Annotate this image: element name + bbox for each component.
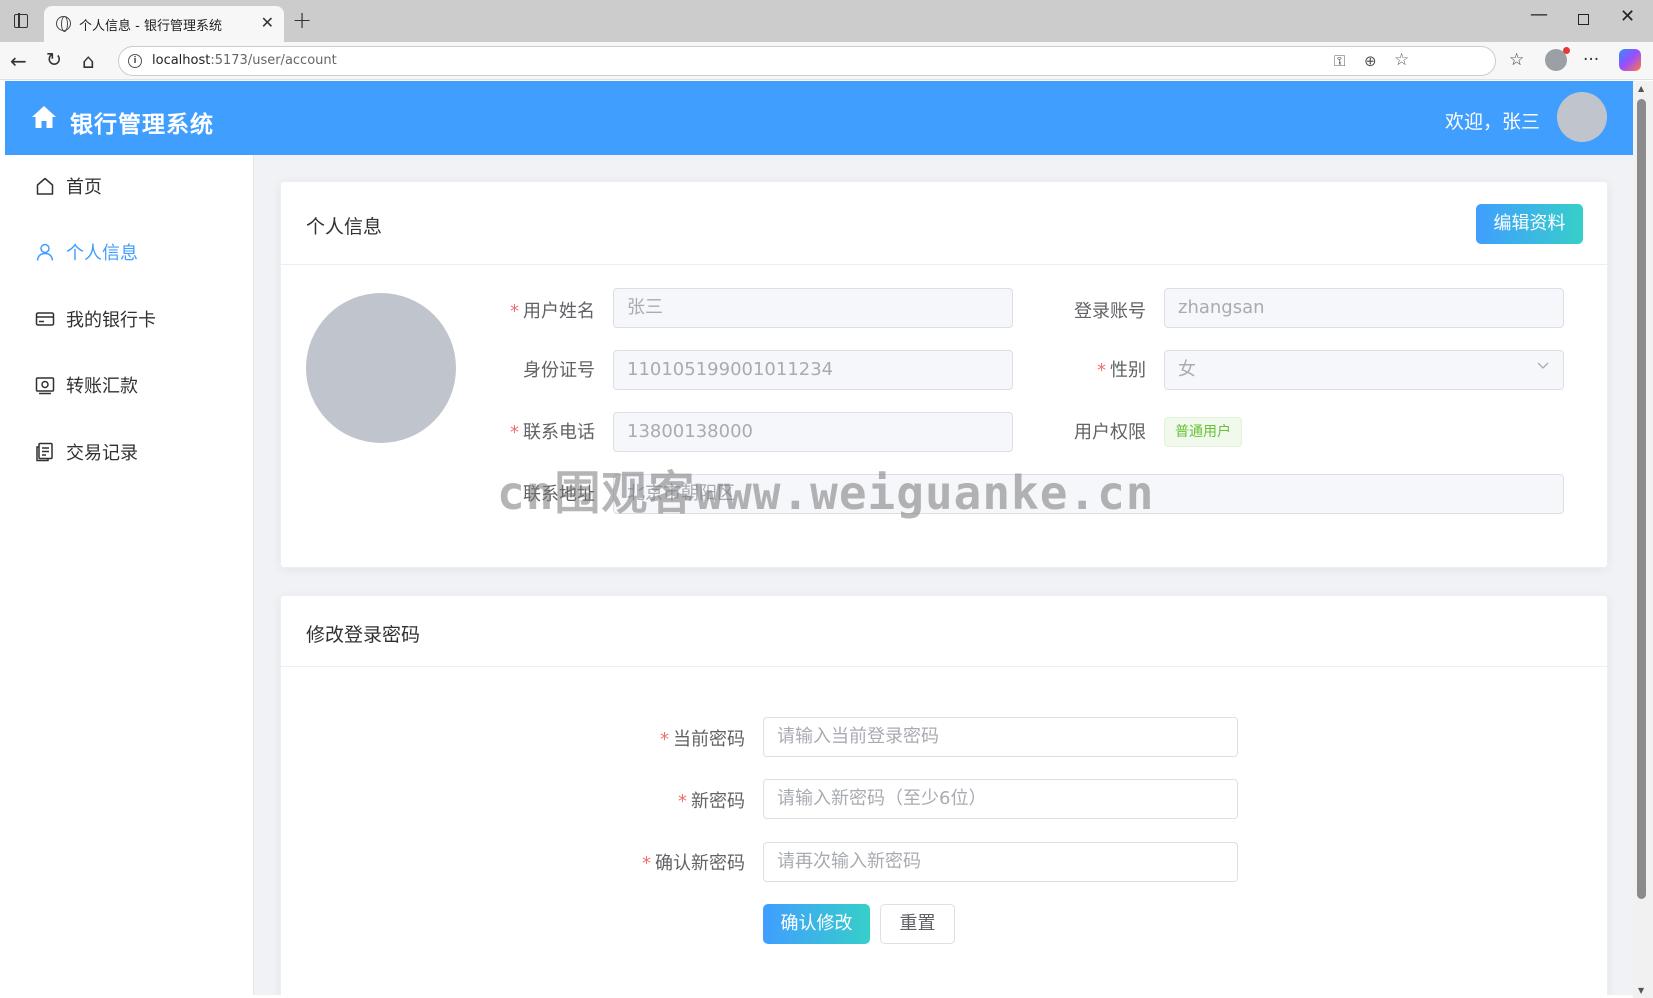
sidebar-item-label: 交易记录 — [66, 443, 138, 464]
site-info-icon[interactable]: i — [128, 54, 142, 68]
home-icon — [36, 177, 54, 195]
tab-actions-icon[interactable] — [14, 13, 28, 28]
password-card-header: 修改登录密码 — [281, 596, 1607, 667]
gender-select[interactable]: 女 — [1164, 350, 1564, 390]
tab-title: 个人信息 - 银行管理系统 — [79, 19, 222, 34]
browser-tab-bar: 个人信息 - 银行管理系统 ✕ + — ✕ — [0, 0, 1653, 42]
chevron-down-icon — [1537, 362, 1549, 369]
welcome-text: 欢迎，张三 — [1445, 111, 1541, 133]
profile-card-title: 个人信息 — [306, 216, 383, 238]
gender-label: * 性别 — [1097, 360, 1146, 381]
back-icon[interactable]: ← — [10, 49, 27, 73]
sidebar-item-cards[interactable]: 我的银行卡 — [5, 291, 254, 347]
confirm-password-label: * 确认新密码 — [642, 853, 745, 874]
profile-card-header: 个人信息 编辑资料 — [281, 182, 1607, 265]
more-icon[interactable]: ··· — [1583, 50, 1599, 70]
key-icon[interactable]: ⚿ — [1334, 52, 1345, 70]
browser-toolbar: ← ↻ ⌂ i localhost:5173/user/account ⚿ ⊕ … — [0, 42, 1653, 80]
password-card: 修改登录密码 * 当前密码 请输入当前登录密码 * 新密码 请输入新密码（至少6位）… — [280, 595, 1608, 995]
id-card-field[interactable]: 110105199001011234 — [613, 350, 1013, 390]
sidebar-item-home[interactable]: 首页 — [5, 158, 254, 214]
phone-label: * 联系电话 — [510, 422, 595, 443]
confirm-change-button[interactable]: 确认修改 — [763, 904, 870, 944]
new-tab-icon[interactable]: + — [292, 6, 312, 34]
id-card-label: 身份证号 — [523, 360, 595, 381]
watermark: cn围观客www.weiguanke.cn — [497, 466, 1155, 520]
sidebar-item-label: 转账汇款 — [66, 376, 138, 397]
browser-tab[interactable]: 个人信息 - 银行管理系统 ✕ — [44, 6, 284, 42]
scroll-thumb[interactable] — [1637, 99, 1646, 899]
home-browser-icon[interactable]: ⌂ — [82, 49, 95, 73]
profile-avatar — [306, 293, 456, 443]
user-icon — [36, 243, 54, 261]
name-field[interactable]: 张三 — [613, 288, 1013, 328]
role-badge: 普通用户 — [1164, 417, 1242, 447]
gender-value: 女 — [1178, 359, 1196, 380]
close-window-icon[interactable]: ✕ — [1620, 6, 1635, 27]
sidebar-item-label: 首页 — [66, 177, 102, 198]
url-text: localhost:5173/user/account — [152, 53, 337, 68]
new-password-label: * 新密码 — [678, 791, 745, 812]
user-avatar[interactable] — [1557, 92, 1607, 142]
app-header: 银行管理系统 欢迎，张三 — [5, 81, 1633, 155]
app-root: 银行管理系统 欢迎，张三 首页 个人信息 我的银行卡 转账汇款 交易记录 个人信… — [5, 81, 1633, 995]
favorites-icon[interactable]: ☆ — [1509, 50, 1524, 70]
copilot-icon[interactable] — [1619, 49, 1641, 71]
reload-icon[interactable]: ↻ — [46, 49, 62, 71]
minimize-icon[interactable]: — — [1530, 4, 1548, 25]
current-password-label: * 当前密码 — [660, 729, 745, 750]
records-icon — [36, 442, 53, 462]
sidebar: 首页 个人信息 我的银行卡 转账汇款 交易记录 — [5, 155, 254, 995]
role-label: 用户权限 — [1074, 422, 1146, 443]
sidebar-item-label: 我的银行卡 — [66, 310, 156, 331]
current-password-input[interactable]: 请输入当前登录密码 — [763, 717, 1238, 757]
favorite-star-icon[interactable]: ☆ — [1394, 50, 1409, 70]
account-field[interactable]: zhangsan — [1164, 288, 1564, 328]
browser-profile-avatar[interactable] — [1545, 47, 1570, 71]
sidebar-item-records[interactable]: 交易记录 — [5, 424, 254, 480]
address-bar[interactable]: i localhost:5173/user/account ⚿ ⊕ ☆ — [118, 46, 1496, 76]
zoom-icon[interactable]: ⊕ — [1364, 52, 1377, 70]
scroll-up-icon[interactable]: ▲ — [1638, 84, 1644, 93]
home-logo-icon — [32, 106, 56, 128]
page-scrollbar[interactable]: ▲ ▼ — [1633, 81, 1653, 998]
scroll-down-icon[interactable]: ▼ — [1638, 986, 1644, 995]
close-tab-icon[interactable]: ✕ — [261, 13, 274, 32]
card-icon — [35, 312, 55, 326]
app-title: 银行管理系统 — [70, 112, 214, 138]
sidebar-item-label: 个人信息 — [66, 243, 138, 264]
name-label: * 用户姓名 — [510, 301, 595, 322]
new-password-input[interactable]: 请输入新密码（至少6位） — [763, 779, 1238, 819]
transfer-icon — [35, 377, 55, 395]
maximize-icon[interactable] — [1578, 14, 1589, 25]
sidebar-item-transfer[interactable]: 转账汇款 — [5, 357, 254, 413]
globe-icon — [56, 16, 71, 32]
sidebar-item-profile[interactable]: 个人信息 — [5, 224, 254, 280]
account-label: 登录账号 — [1074, 301, 1146, 322]
confirm-password-input[interactable]: 请再次输入新密码 — [763, 842, 1238, 882]
edit-profile-button[interactable]: 编辑资料 — [1476, 204, 1583, 244]
phone-field[interactable]: 13800138000 — [613, 412, 1013, 452]
password-card-title: 修改登录密码 — [306, 624, 421, 646]
reset-button[interactable]: 重置 — [880, 904, 955, 944]
